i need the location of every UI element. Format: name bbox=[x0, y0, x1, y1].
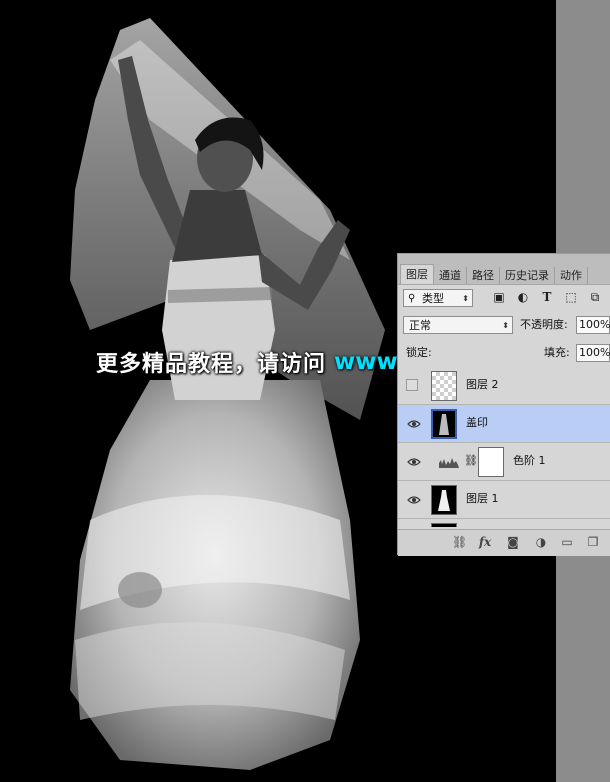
visibility-toggle-empty[interactable] bbox=[406, 379, 418, 391]
tab-channels[interactable]: 通道 bbox=[434, 267, 467, 284]
layer-row-layer2[interactable]: 图层 2 bbox=[398, 367, 610, 405]
figure-thumbnail-icon bbox=[438, 490, 450, 511]
mask-icon[interactable]: ◙ bbox=[506, 535, 520, 549]
type-filter-icon[interactable]: T bbox=[540, 290, 554, 304]
panel-tabs: 图层 通道 路径 历史记录 动作 bbox=[398, 254, 610, 285]
layers-panel: 图层 通道 路径 历史记录 动作 ⚲ 类型 ⬍ ▣ ◐ T ⬚ ⧉ 正常 ⬍ 不… bbox=[397, 253, 610, 556]
lock-label: 锁定: bbox=[406, 346, 432, 359]
search-icon: ⚲ bbox=[408, 293, 416, 304]
layer-thumbnail bbox=[431, 485, 457, 515]
layer-row-partial[interactable] bbox=[398, 519, 610, 527]
mask-link-icon[interactable]: ⛓ bbox=[464, 454, 478, 467]
watermark-text: 更多精品教程，请访问 bbox=[96, 352, 327, 377]
blend-mode-value: 正常 bbox=[409, 319, 431, 332]
adjustment-filter-icon[interactable]: ◐ bbox=[516, 290, 530, 304]
layer-name: 盖印 bbox=[466, 416, 488, 429]
filter-kind-value: 类型 bbox=[422, 292, 444, 305]
opacity-label: 不透明度: bbox=[520, 318, 568, 331]
new-layer-icon[interactable]: ❐ bbox=[586, 535, 600, 549]
folder-icon[interactable]: ▭ bbox=[560, 535, 574, 549]
levels-histogram-icon bbox=[439, 458, 459, 468]
blend-mode-dropdown[interactable]: 正常 ⬍ bbox=[403, 316, 513, 334]
shape-filter-icon[interactable]: ⬚ bbox=[564, 290, 578, 304]
layer-mask-thumbnail[interactable] bbox=[478, 447, 504, 477]
dropdown-arrow-icon: ⬍ bbox=[462, 294, 469, 303]
layer-row-layer1[interactable]: 图层 1 bbox=[398, 481, 610, 519]
fill-field[interactable]: 100% bbox=[576, 344, 610, 362]
layer-thumbnail bbox=[431, 409, 457, 439]
eye-icon[interactable] bbox=[407, 455, 421, 469]
fx-icon[interactable]: fx bbox=[478, 535, 492, 549]
opacity-field[interactable]: 100% bbox=[576, 316, 610, 334]
layer-name: 色阶 1 bbox=[513, 454, 546, 467]
eye-icon[interactable] bbox=[407, 417, 421, 431]
layer-row-levels[interactable]: ⛓ 色阶 1 bbox=[398, 443, 610, 481]
image-filter-icon[interactable]: ▣ bbox=[492, 290, 506, 304]
figure-thumbnail-icon bbox=[439, 414, 449, 435]
layer-thumbnail bbox=[431, 523, 457, 527]
tab-layers[interactable]: 图层 bbox=[400, 264, 434, 284]
tab-actions[interactable]: 动作 bbox=[555, 267, 588, 284]
layers-bottom-toolbar: ⛓ fx ◙ ◑ ▭ ❐ bbox=[398, 529, 610, 556]
eye-icon[interactable] bbox=[407, 493, 421, 507]
layer-thumbnail bbox=[431, 371, 457, 401]
layers-list: 图层 2 盖印 ⛓ 色阶 1 图层 1 bbox=[398, 367, 610, 527]
layer-name: 图层 2 bbox=[466, 378, 499, 391]
tab-history[interactable]: 历史记录 bbox=[500, 267, 555, 284]
layer-filter-dropdown[interactable]: ⚲ 类型 ⬍ bbox=[403, 289, 473, 307]
adjustment-layer-icon[interactable]: ◑ bbox=[534, 535, 548, 549]
fill-label: 填充: bbox=[544, 346, 570, 359]
tab-paths[interactable]: 路径 bbox=[467, 267, 500, 284]
link-icon[interactable]: ⛓ bbox=[452, 535, 467, 549]
layer-row-stamp[interactable]: 盖印 bbox=[398, 405, 610, 443]
smart-object-filter-icon[interactable]: ⧉ bbox=[588, 290, 602, 304]
layer-name: 图层 1 bbox=[466, 492, 499, 505]
dropdown-arrow-icon: ⬍ bbox=[502, 321, 509, 330]
